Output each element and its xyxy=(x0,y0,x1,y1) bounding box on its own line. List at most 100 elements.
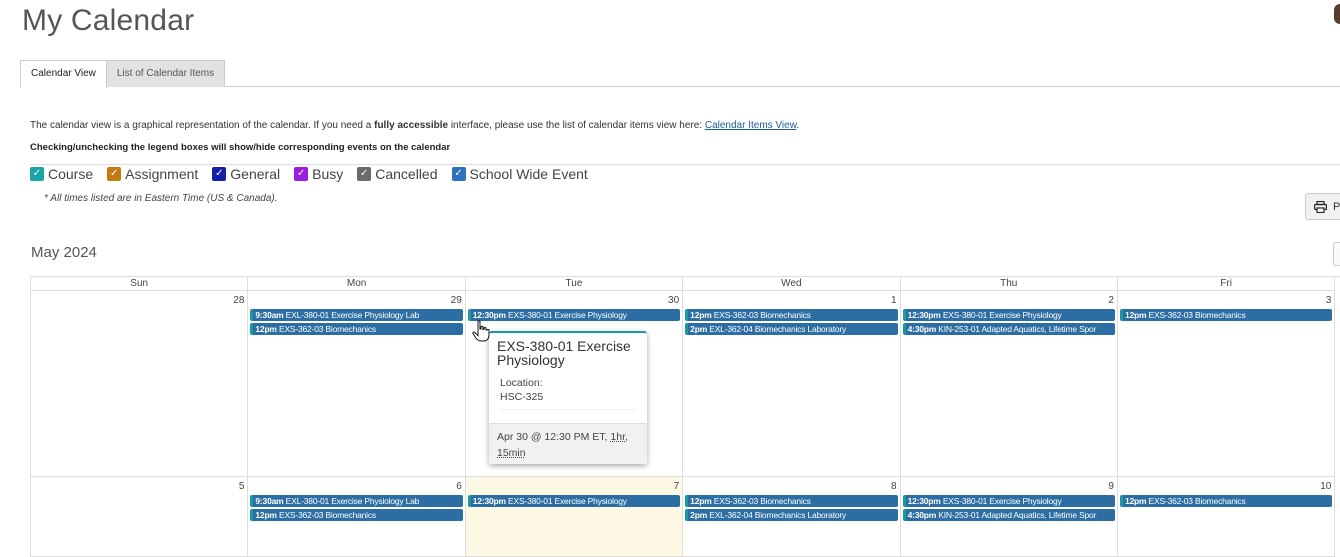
event-time: 12pm xyxy=(690,496,712,506)
day-number[interactable]: 1 xyxy=(683,295,899,308)
event-title: EXL-380-01 Exercise Physiology Lab xyxy=(285,496,420,506)
week-row: 28 29 9:30am EXL-380-01 Exercise Physiolog… xyxy=(31,291,1340,477)
event-time: 12pm xyxy=(255,510,277,520)
legend-item-cancelled[interactable]: ✓ Cancelled xyxy=(357,166,438,182)
day-number[interactable]: 10 xyxy=(1118,481,1334,494)
calendar-event[interactable]: 4:30pm KIN-253-01 Adapted Aquatics, Life… xyxy=(902,509,1115,521)
event-title: EXS-380-01 Exercise Physiology xyxy=(942,496,1062,506)
day-cell[interactable]: 2 12:30pm EXS-380-01 Exercise Physiology 4… xyxy=(900,291,1118,477)
legend-item-busy[interactable]: ✓ Busy xyxy=(294,166,343,182)
print-label: P xyxy=(1333,200,1340,213)
event-time: 9:30am xyxy=(255,496,284,506)
day-number[interactable]: 8 xyxy=(683,481,899,494)
legend-checkbox[interactable]: ✓ xyxy=(30,167,44,181)
user-avatar[interactable] xyxy=(1334,4,1340,24)
popover-footer: Apr 30 @ 12:30 PM ET, 1hr, 15min xyxy=(489,423,647,464)
event-title: EXL-380-01 Exercise Physiology Lab xyxy=(285,310,420,320)
calendar-event[interactable]: 2pm EXL-362-04 Biomechanics Laboratory xyxy=(685,323,898,335)
day-cell[interactable]: 6 9:30am EXL-380-01 Exercise Physiology L… xyxy=(248,477,466,557)
day-cell[interactable]: 9 12:30pm EXS-380-01 Exercise Physiology 4… xyxy=(900,477,1118,557)
calendar-event[interactable]: 2pm EXL-362-04 Biomechanics Laboratory xyxy=(685,509,898,521)
calendar-event[interactable]: 12pm EXS-362-03 Biomechanics xyxy=(685,495,898,507)
printer-icon xyxy=(1314,200,1327,213)
event-title: EXS-362-03 Biomechanics xyxy=(1148,310,1246,320)
legend-checkbox[interactable]: ✓ xyxy=(294,167,309,181)
legend: ✓ Course ✓ Assignment ✓ General ✓ Busy ✓ Cancelle… xyxy=(30,166,588,182)
legend-item-course[interactable]: ✓ Course xyxy=(30,166,93,182)
calendar-nav-button[interactable] xyxy=(1333,242,1340,266)
day-cell[interactable]: 10 12pm EXS-362-03 Biomechanics xyxy=(1117,477,1336,557)
calendar-event[interactable]: 12:30pm EXS-380-01 Exercise Physiology xyxy=(902,309,1115,321)
day-number[interactable]: 9 xyxy=(901,481,1117,494)
event-title: KIN-253-01 Adapted Aquatics, Lifetime Sp… xyxy=(938,324,1097,334)
calendar-event[interactable]: 9:30am EXL-380-01 Exercise Physiology La… xyxy=(250,309,463,321)
intro-middle: interface, please use the list of calend… xyxy=(448,120,705,131)
day-cell[interactable]: 28 xyxy=(31,291,249,477)
day-number[interactable]: 28 xyxy=(31,295,247,308)
calendar-items-view-link[interactable]: Calendar Items View xyxy=(705,120,797,131)
day-number[interactable]: 29 xyxy=(248,295,464,308)
check-icon: ✓ xyxy=(32,168,42,179)
legend-checkbox[interactable]: ✓ xyxy=(212,167,227,181)
calendar-event[interactable]: 12pm EXS-362-03 Biomechanics xyxy=(250,323,463,335)
calendar-event[interactable]: 12pm EXS-362-03 Biomechanics xyxy=(250,509,463,521)
event-title: EXS-362-03 Biomechanics xyxy=(1148,496,1246,506)
timezone-note: * All times listed are in Eastern Time (… xyxy=(44,193,278,204)
event-title: EXS-362-03 Biomechanics xyxy=(278,510,376,520)
weekday-fri: Fri xyxy=(1117,277,1336,291)
legend-item-assignment[interactable]: ✓ Assignment xyxy=(107,166,198,182)
day-number[interactable]: 5 xyxy=(31,481,247,494)
print-button[interactable]: P xyxy=(1305,193,1340,220)
event-title: EXL-362-04 Biomechanics Laboratory xyxy=(709,510,847,520)
event-time: 12:30pm xyxy=(907,496,941,506)
week-row: 5 6 9:30am EXL-380-01 Exercise Physiology … xyxy=(31,477,1340,557)
legend-hint: Checking/unchecking the legend boxes wil… xyxy=(30,142,451,153)
day-number[interactable]: 6 xyxy=(248,481,464,494)
day-number[interactable]: 2 xyxy=(901,295,1117,308)
legend-item-general[interactable]: ✓ General xyxy=(212,166,280,182)
popover-location: HSC-325 xyxy=(500,391,544,403)
weekday-mon: Mon xyxy=(248,277,466,291)
legend-checkbox[interactable]: ✓ xyxy=(107,167,122,181)
day-cell[interactable]: 29 9:30am EXL-380-01 Exercise Physiology … xyxy=(248,291,466,477)
weekday-wed: Wed xyxy=(683,277,901,291)
tab-list-of-calendar-items[interactable]: List of Calendar Items xyxy=(106,60,226,87)
month-calendar: Sun Mon Tue Wed Thu Fri 28 29 9:30am EXL-380-01… xyxy=(30,276,1340,557)
calendar-event[interactable]: 12:30pm EXS-380-01 Exercise Physiology xyxy=(467,495,681,507)
intro-text: The calendar view is a graphical represe… xyxy=(30,120,799,131)
day-number[interactable]: 30 xyxy=(466,295,682,308)
calendar-event[interactable]: 9:30am EXL-380-01 Exercise Physiology La… xyxy=(250,495,463,507)
event-time: 2pm xyxy=(690,324,708,334)
day-cell[interactable]: 5 xyxy=(31,477,249,557)
popover-location-label: Location: xyxy=(500,377,543,389)
check-icon: ✓ xyxy=(215,168,224,179)
tab-calendar-view[interactable]: Calendar View xyxy=(20,60,107,88)
calendar-event[interactable]: 12pm EXS-362-03 Biomechanics xyxy=(1119,495,1333,507)
calendar-event[interactable]: 12:30pm EXS-380-01 Exercise Physiology xyxy=(902,495,1115,507)
event-title: EXS-380-01 Exercise Physiology xyxy=(508,310,627,320)
event-popover: EXS-380-01 Exercise Physiology Location:… xyxy=(489,331,647,464)
day-cell[interactable]: 8 12pm EXS-362-03 Biomechanics 2pm EXL-362… xyxy=(683,477,901,557)
event-time: 12pm xyxy=(690,310,712,320)
weekday-tue: Tue xyxy=(465,277,684,291)
calendar-event[interactable]: 12pm EXS-362-03 Biomechanics xyxy=(1119,309,1333,321)
view-tabs: Calendar View List of Calendar Items xyxy=(20,60,1340,88)
weekday-thu: Thu xyxy=(900,277,1118,291)
calendar-event[interactable]: 12pm EXS-362-03 Biomechanics xyxy=(685,309,898,321)
legend-checkbox[interactable]: ✓ xyxy=(357,167,372,181)
calendar-event[interactable]: 12:30pm EXS-380-01 Exercise Physiology xyxy=(467,309,681,321)
day-cell-today[interactable]: 7 12:30pm EXS-380-01 Exercise Physiology xyxy=(465,477,684,557)
event-time: 2pm xyxy=(690,510,708,520)
event-title: EXL-362-04 Biomechanics Laboratory xyxy=(709,324,847,334)
intro-bold: fully accessible xyxy=(374,120,449,131)
day-cell[interactable]: 1 12pm EXS-362-03 Biomechanics 2pm EXL-362… xyxy=(683,291,901,477)
legend-checkbox[interactable]: ✓ xyxy=(451,167,466,181)
legend-item-school-wide-event[interactable]: ✓ School Wide Event xyxy=(451,166,588,182)
calendar-event[interactable]: 4:30pm KIN-253-01 Adapted Aquatics, Life… xyxy=(902,323,1115,335)
event-time: 12:30pm xyxy=(472,496,506,506)
day-cell[interactable]: 3 12pm EXS-362-03 Biomechanics xyxy=(1117,291,1336,477)
event-time: 4:30pm xyxy=(907,324,937,334)
day-number[interactable]: 3 xyxy=(1118,295,1334,308)
day-number[interactable]: 7 xyxy=(466,481,682,494)
legend-label: Busy xyxy=(312,166,344,182)
